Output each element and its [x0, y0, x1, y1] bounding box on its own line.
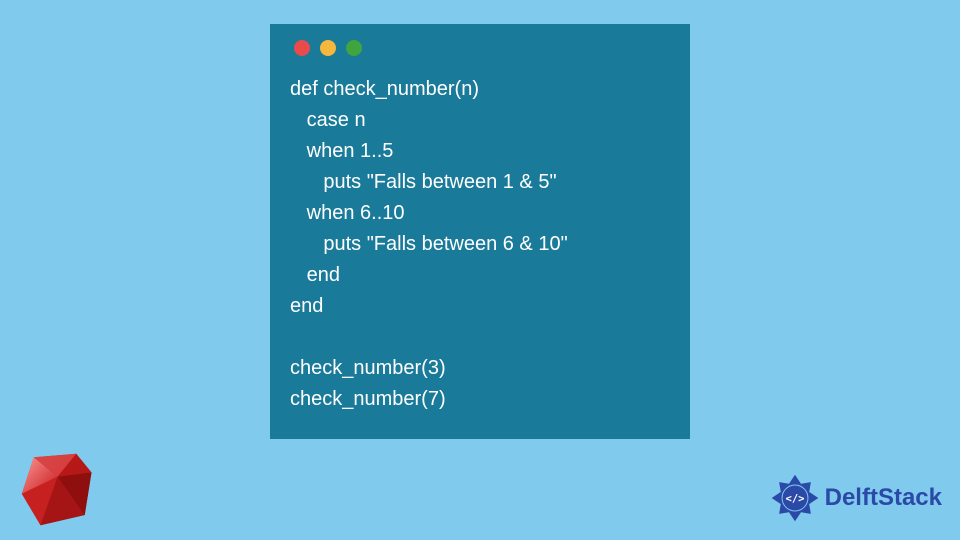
- minimize-icon: [320, 40, 336, 56]
- code-window: def check_number(n) case n when 1..5 put…: [270, 24, 690, 439]
- ruby-logo-icon: [15, 447, 100, 532]
- close-icon: [294, 40, 310, 56]
- delftstack-label: DelftStack: [825, 484, 942, 512]
- maximize-icon: [346, 40, 362, 56]
- svg-text:</>: </>: [785, 493, 804, 505]
- delftstack-badge-icon: </>: [771, 474, 819, 522]
- delftstack-brand: </> DelftStack: [771, 474, 942, 522]
- traffic-lights: [290, 40, 670, 56]
- code-block: def check_number(n) case n when 1..5 put…: [290, 74, 670, 415]
